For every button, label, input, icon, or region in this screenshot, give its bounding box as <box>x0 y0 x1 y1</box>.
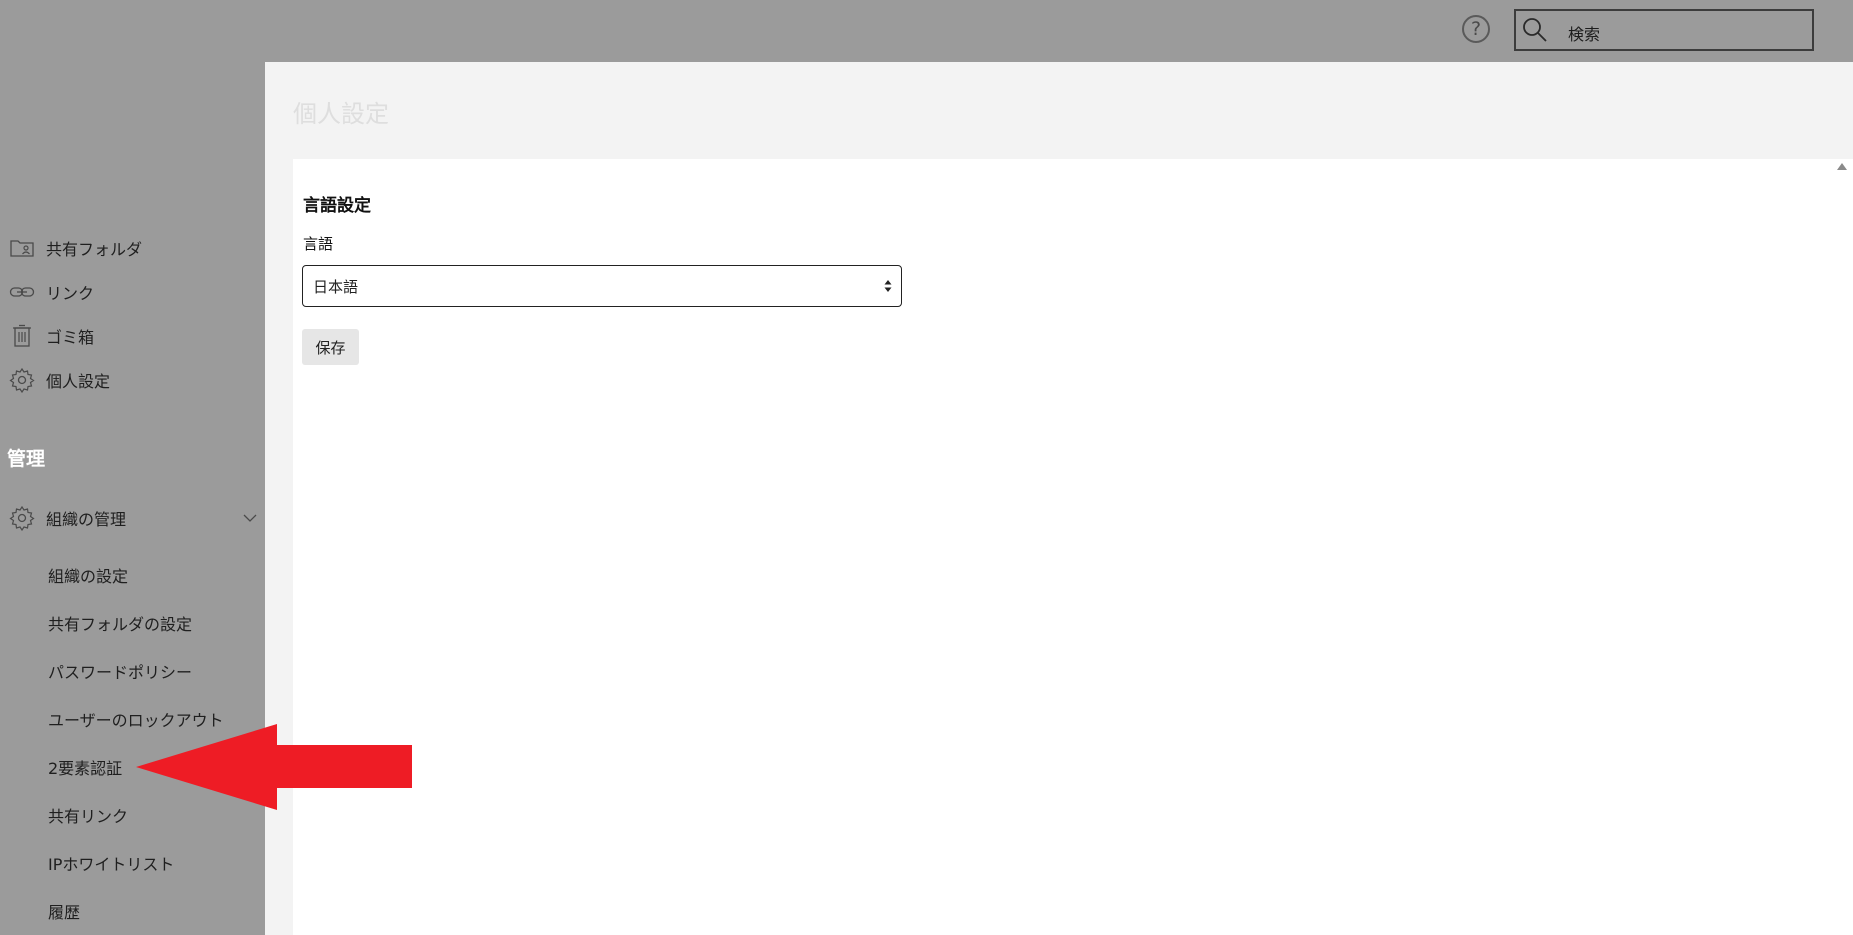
sidebar-subitem-two-factor-auth[interactable]: 2要素認証 <box>48 755 122 779</box>
help-icon[interactable]: ? <box>1462 15 1490 43</box>
link-icon <box>9 287 35 297</box>
sidebar-item-links[interactable]: リンク <box>0 272 265 312</box>
sidebar-subitem-ip-whitelist[interactable]: IPホワイトリスト <box>48 851 174 875</box>
settings-panel: 言語設定 言語 日本語 保存 <box>293 159 1853 935</box>
sidebar-item-label: ゴミ箱 <box>46 328 95 347</box>
admin-section-title: 管理 <box>7 448 46 470</box>
annotation-arrow <box>136 724 412 810</box>
gear-icon <box>9 505 35 531</box>
trash-icon <box>13 324 31 347</box>
select-arrows-icon <box>884 280 892 292</box>
language-field-label: 言語 <box>303 235 334 253</box>
top-bar: ? 検索 <box>0 0 1853 62</box>
sidebar-subitem-password-policy[interactable]: パスワードポリシー <box>48 659 192 683</box>
search-input[interactable]: 検索 <box>1514 9 1814 51</box>
sidebar-item-label: 共有フォルダ <box>46 240 143 259</box>
language-select-value: 日本語 <box>313 278 359 296</box>
search-placeholder: 検索 <box>1568 25 1601 44</box>
main-content: 個人設定 言語設定 言語 日本語 保存 <box>265 62 1853 935</box>
sidebar-subitem-org-settings[interactable]: 組織の設定 <box>48 563 128 587</box>
sidebar-subitem-history[interactable]: 履歴 <box>48 899 80 923</box>
sidebar-item-label: 組織の管理 <box>46 510 127 529</box>
shared-folder-icon <box>10 240 34 257</box>
sidebar-item-personal-settings[interactable]: 個人設定 <box>0 360 265 400</box>
section-heading: 言語設定 <box>303 196 371 216</box>
sidebar-item-shared-folders[interactable]: 共有フォルダ <box>0 228 265 268</box>
chevron-down-icon[interactable] <box>242 510 258 526</box>
language-select[interactable]: 日本語 <box>302 265 902 307</box>
sidebar-item-label: リンク <box>46 284 95 303</box>
search-icon <box>1523 18 1547 42</box>
sidebar-item-label: 個人設定 <box>46 372 111 391</box>
sidebar-item-org-management[interactable]: 組織の管理 <box>0 498 265 538</box>
save-button[interactable]: 保存 <box>302 329 359 365</box>
sidebar-subitem-shared-links[interactable]: 共有リンク <box>48 803 128 827</box>
page-title: 個人設定 <box>293 100 389 128</box>
sidebar-item-trash[interactable]: ゴミ箱 <box>0 316 265 356</box>
gear-icon <box>9 367 35 393</box>
sidebar-subitem-shared-folder-settings[interactable]: 共有フォルダの設定 <box>48 611 192 635</box>
scroll-up-icon[interactable] <box>1837 163 1847 170</box>
